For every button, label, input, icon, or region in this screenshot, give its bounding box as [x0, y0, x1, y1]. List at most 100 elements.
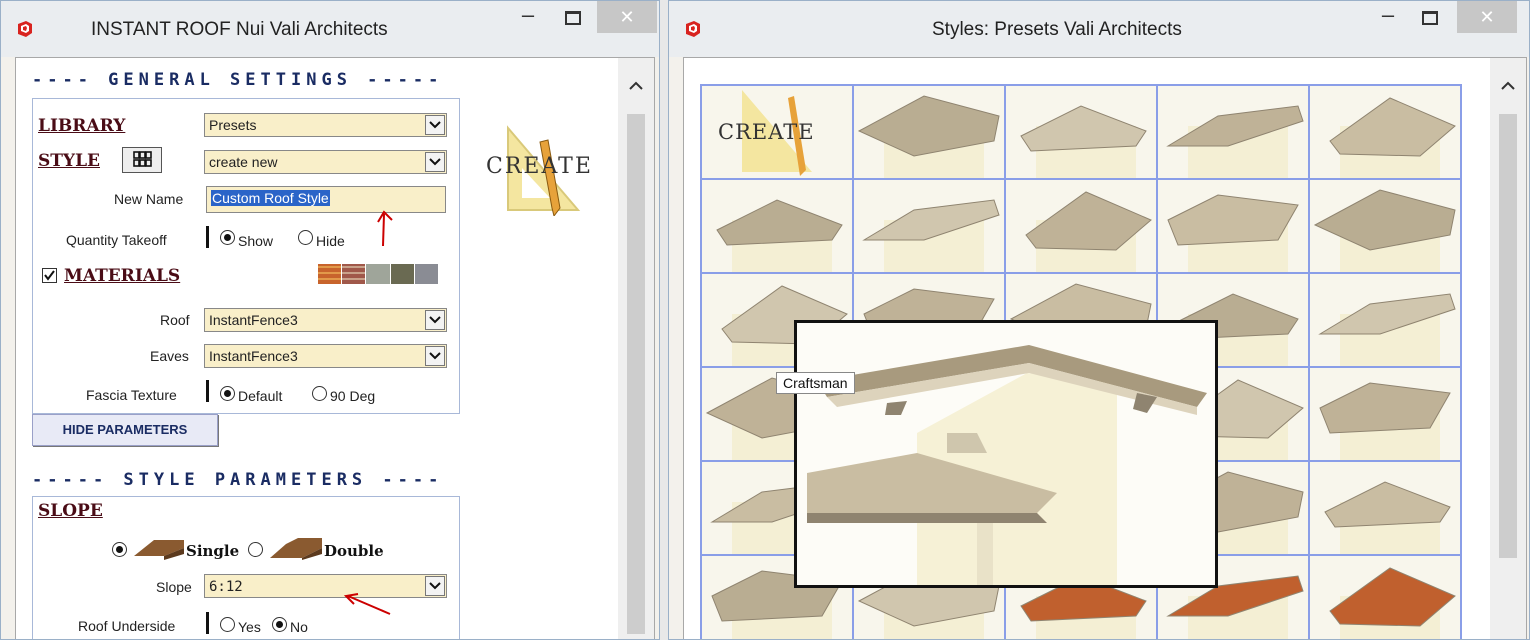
styles-presets-window: Styles: Presets Vali Architects – ✕ CREA…: [668, 0, 1530, 640]
slope-single-label: Single: [186, 542, 240, 560]
preset-thumbnail[interactable]: [854, 180, 1004, 272]
library-label: LIBRARY: [38, 116, 126, 136]
chevron-down-icon[interactable]: [425, 346, 445, 366]
chevron-down-icon[interactable]: [425, 576, 445, 596]
separator-bar: [206, 380, 209, 402]
roof-material-select[interactable]: InstantFence3: [204, 308, 447, 332]
scroll-up-icon[interactable]: [1500, 78, 1516, 94]
eaves-material-value: InstantFence3: [209, 348, 298, 364]
tooltip-label: Craftsman: [776, 372, 855, 394]
title-bar[interactable]: Styles: Presets Vali Architects – ✕: [669, 1, 1529, 57]
slope-value: 6:12: [209, 579, 243, 595]
minimize-button[interactable]: –: [513, 1, 543, 33]
quantity-takeoff-label: Quantity Takeoff: [66, 232, 167, 248]
presets-panel: CREATE Craftsman: [683, 57, 1527, 639]
slope-single-radio[interactable]: [112, 542, 127, 557]
hide-parameters-button[interactable]: HIDE PARAMETERS: [32, 414, 218, 446]
fascia-texture-label: Fascia Texture: [86, 387, 177, 403]
underside-yes-label: Yes: [238, 619, 261, 635]
red-arrow-annotation: [343, 593, 391, 615]
quantity-hide-label: Hide: [316, 233, 345, 249]
underside-no-radio[interactable]: [272, 617, 287, 632]
sketchup-app-icon: [686, 21, 700, 37]
window-title: INSTANT ROOF Nui Vali Architects: [91, 19, 388, 40]
close-button[interactable]: ✕: [1457, 1, 1517, 33]
style-parameters-heading: ----- STYLE PARAMETERS ----: [32, 470, 444, 490]
eaves-label: Eaves: [150, 348, 189, 364]
preset-thumbnail[interactable]: [1310, 368, 1460, 460]
slope-label: SLOPE: [38, 501, 103, 521]
fascia-90deg-label: 90 Deg: [330, 388, 376, 404]
single-slope-icon: [134, 540, 184, 560]
preset-thumbnail[interactable]: [1158, 180, 1308, 272]
library-select[interactable]: Presets: [204, 113, 447, 137]
fascia-default-label: Default: [238, 388, 283, 404]
material-swatches[interactable]: [318, 264, 439, 284]
slope-field-label: Slope: [156, 579, 192, 595]
new-name-label: New Name: [114, 191, 184, 207]
create-logo-text: CREATE: [486, 154, 593, 179]
style-label: STYLE: [38, 151, 100, 171]
roof-label: Roof: [160, 312, 190, 328]
style-value: create new: [209, 154, 278, 170]
craftsman-preview-image: [797, 323, 1215, 585]
roof-underside-label: Roof Underside: [78, 618, 176, 634]
library-value: Presets: [209, 117, 257, 133]
slope-double-radio[interactable]: [248, 542, 263, 557]
chevron-down-icon[interactable]: [425, 152, 445, 172]
fascia-default-radio[interactable]: [220, 386, 235, 401]
scroll-thumb[interactable]: [627, 114, 645, 634]
close-button[interactable]: ✕: [597, 1, 657, 33]
fascia-90deg-radio[interactable]: [312, 386, 327, 401]
instant-roof-window: INSTANT ROOF Nui Vali Architects – ✕ ---…: [0, 0, 660, 640]
slope-select[interactable]: 6:12: [204, 574, 447, 598]
underside-yes-radio[interactable]: [220, 617, 235, 632]
preset-thumbnail[interactable]: [1310, 556, 1460, 639]
title-bar[interactable]: INSTANT ROOF Nui Vali Architects – ✕: [1, 1, 659, 57]
create-logo[interactable]: CREATE: [478, 120, 608, 218]
window-title: Styles: Presets Vali Architects: [932, 19, 1182, 40]
preset-thumbnail[interactable]: [1006, 86, 1156, 178]
materials-checkbox[interactable]: [42, 268, 57, 283]
roof-material-value: InstantFence3: [209, 312, 298, 328]
separator-bar: [206, 612, 209, 634]
quantity-hide-radio[interactable]: [298, 230, 313, 245]
style-preview-popup: [794, 320, 1218, 588]
style-grid-icon[interactable]: [122, 147, 162, 173]
general-settings-heading: ---- GENERAL SETTINGS -----: [32, 70, 444, 90]
preset-thumbnail[interactable]: [854, 86, 1004, 178]
create-thumbnail-text: CREATE: [718, 120, 815, 144]
eaves-material-select[interactable]: InstantFence3: [204, 344, 447, 368]
maximize-button[interactable]: [556, 1, 586, 33]
materials-label: MATERIALS: [64, 266, 181, 286]
vertical-scrollbar[interactable]: [618, 58, 654, 639]
separator-bar: [206, 226, 209, 248]
vertical-scrollbar[interactable]: [1490, 58, 1526, 639]
sketchup-app-icon: [18, 21, 32, 37]
preset-thumbnail[interactable]: [1310, 86, 1460, 178]
chevron-down-icon[interactable]: [425, 115, 445, 135]
preset-thumbnail[interactable]: [1310, 274, 1460, 366]
maximize-icon: [565, 11, 581, 25]
minimize-button[interactable]: –: [1373, 1, 1403, 33]
underside-no-label: No: [290, 619, 308, 635]
settings-panel: ---- GENERAL SETTINGS ----- LIBRARY Pres…: [15, 57, 655, 639]
red-arrow-annotation: [377, 210, 393, 247]
double-slope-icon: [270, 538, 322, 560]
chevron-down-icon[interactable]: [425, 310, 445, 330]
scroll-up-icon[interactable]: [628, 78, 644, 94]
preset-thumbnail[interactable]: [1310, 462, 1460, 554]
maximize-button[interactable]: [1413, 1, 1443, 33]
quantity-show-label: Show: [238, 233, 274, 249]
style-select[interactable]: create new: [204, 150, 447, 174]
preset-thumbnail[interactable]: [1310, 180, 1460, 272]
preset-thumbnail[interactable]: [1158, 86, 1308, 178]
scroll-thumb[interactable]: [1499, 114, 1517, 558]
preset-thumbnail[interactable]: CREATE: [702, 86, 852, 178]
slope-double-label: Double: [324, 542, 384, 560]
preset-thumbnail[interactable]: [1006, 180, 1156, 272]
preset-thumbnail[interactable]: [702, 180, 852, 272]
maximize-icon: [1422, 11, 1438, 25]
quantity-show-radio[interactable]: [220, 230, 235, 245]
new-name-value: Custom Roof Style: [211, 190, 330, 206]
